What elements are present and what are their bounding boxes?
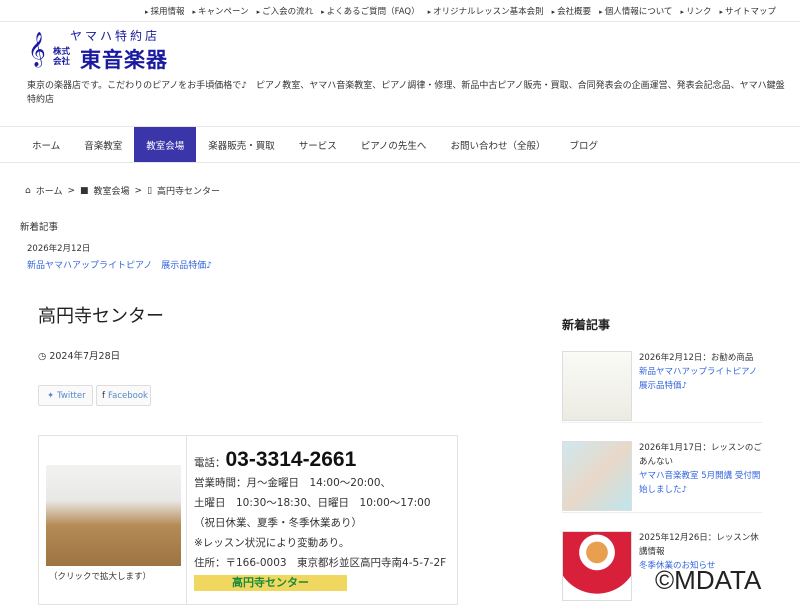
page-title: 高円寺センター: [38, 306, 164, 327]
phone-number[interactable]: 03-3314-2661: [226, 448, 357, 471]
folder-icon: ■: [80, 185, 89, 196]
file-icon: ▯: [147, 185, 153, 196]
breadcrumb-separator: >: [134, 185, 143, 196]
news-link[interactable]: 新品ヤマハアップライトピアノ 展示品特価♪: [27, 258, 212, 271]
top-link[interactable]: 会社概要: [552, 5, 591, 17]
music-school-thumbnail[interactable]: [562, 441, 632, 511]
breadcrumb-separator: >: [67, 185, 75, 196]
facebook-icon: f: [102, 390, 105, 401]
logo-tagline: ヤマハ特約店: [70, 29, 161, 43]
treble-clef-icon: 𝄞: [28, 32, 46, 67]
address-line: 住所：〒166-0003 東京都杉並区高円寺南4-5-7-2F: [194, 557, 447, 569]
breadcrumb: ⌂ ホーム > ■ 教室会場 > ▯ 高円寺センター: [25, 184, 221, 198]
post-link[interactable]: ヤマハ音楽教室 5月開講 受付開始しました♪: [639, 471, 760, 495]
top-link[interactable]: リンク: [680, 5, 712, 17]
site-logo[interactable]: 𝄞 ヤマハ特約店 株式会社 東音楽器: [28, 29, 198, 72]
twitter-icon: ✦: [47, 390, 55, 401]
post-meta: 2026年1月17日：レッスンのごあんない: [639, 443, 762, 467]
top-link[interactable]: サイトマップ: [719, 5, 776, 17]
nav-services[interactable]: サービス: [287, 127, 349, 162]
nav-contact[interactable]: お問い合わせ（全般）: [438, 127, 557, 162]
post-meta: 2026年2月12日：お勧め商品: [639, 353, 754, 363]
site-description: 東京の楽器店です。こだわりのピアノをお手頃価格で♪ ピアノ教室、ヤマハ音楽教室、…: [27, 81, 785, 105]
hours-line: 土曜日 10:30～18:30、日曜日 10:00～17:00: [194, 497, 431, 509]
top-link[interactable]: よくあるご質問（FAQ）: [321, 5, 420, 17]
phone-label: 電話：: [194, 457, 226, 469]
main-nav: ホーム 音楽教室 教室会場 楽器販売・買取 サービス ピアノの先生へ お問い合わ…: [0, 126, 800, 163]
breadcrumb-home[interactable]: ホーム: [36, 184, 63, 197]
facebook-label: Facebook: [108, 390, 148, 401]
photo-caption: （クリックで拡大します）: [49, 572, 152, 582]
nav-instrument-sales[interactable]: 楽器販売・買取: [196, 127, 287, 162]
post-meta: 2025年12月26日：レッスン休講情報: [639, 533, 759, 557]
breadcrumb-venues[interactable]: 教室会場: [94, 184, 130, 197]
sidebar-heading: 新着記事: [562, 318, 611, 332]
logo-kabushiki: 株式会社: [53, 47, 71, 67]
phone-row: 電話：03-3314-2661: [194, 448, 459, 473]
logo-name: 東音楽器: [80, 48, 168, 72]
sidebar-post[interactable]: 2026年2月12日：お勧め商品新品ヤマハアップライトピアノ 展示品特価♪: [562, 351, 762, 423]
nav-blog[interactable]: ブログ: [557, 127, 610, 162]
nav-music-school[interactable]: 音楽教室: [72, 127, 134, 162]
facebook-share-button[interactable]: f Facebook: [96, 385, 151, 406]
holiday-line: （祝日休業、夏季・冬季休業あり）: [194, 517, 362, 529]
sidebar-post[interactable]: 2026年1月17日：レッスンのごあんない ヤマハ音楽教室 5月開講 受付開始しま…: [562, 441, 762, 513]
piano-thumbnail[interactable]: [562, 351, 632, 421]
top-link[interactable]: キャンペーン: [193, 5, 249, 17]
venue-details: 電話：03-3314-2661 営業時間：月～金曜日 14:00～20:00、 …: [194, 448, 459, 593]
watermark: ©MDATA: [655, 565, 762, 595]
nav-home[interactable]: ホーム: [20, 127, 72, 162]
post-link[interactable]: 新品ヤマハアップライトピアノ 展示品特価♪: [639, 367, 757, 391]
post-date: ◷ 2024年7月28日: [38, 348, 120, 362]
hours-line: 営業時間：月～金曜日 14:00～20:00、: [194, 477, 392, 489]
nav-classroom-venues[interactable]: 教室会場: [134, 127, 197, 162]
venue-info-box: （クリックで拡大します） 電話：03-3314-2661 営業時間：月～金曜日 …: [38, 435, 458, 605]
breadcrumb-current: 高円寺センター: [157, 187, 221, 197]
post-date-text: 2024年7月28日: [49, 351, 121, 362]
venue-photo[interactable]: [46, 465, 181, 566]
note-line: ※レッスン状況により変動あり。: [194, 537, 350, 549]
top-link[interactable]: 採用情報: [145, 5, 184, 17]
holiday-thumbnail[interactable]: [562, 531, 632, 601]
home-icon: ⌂: [25, 185, 31, 196]
twitter-share-button[interactable]: ✦ Twitter: [38, 385, 93, 406]
clock-icon: ◷: [38, 351, 47, 362]
venue-banner[interactable]: 高円寺センター: [194, 575, 347, 591]
nav-for-teachers[interactable]: ピアノの先生へ: [349, 127, 439, 162]
divider: [186, 436, 187, 604]
news-heading: 新着記事: [20, 222, 59, 233]
top-link[interactable]: ご入会の流れ: [257, 5, 313, 17]
news-date: 2026年2月12日: [27, 244, 91, 254]
top-links: 採用情報 キャンペーン ご入会の流れ よくあるご質問（FAQ） オリジナルレッス…: [0, 0, 800, 22]
twitter-label: Twitter: [57, 390, 86, 401]
top-link[interactable]: 個人情報について: [599, 5, 673, 17]
top-link[interactable]: オリジナルレッスン基本会則: [428, 5, 544, 17]
